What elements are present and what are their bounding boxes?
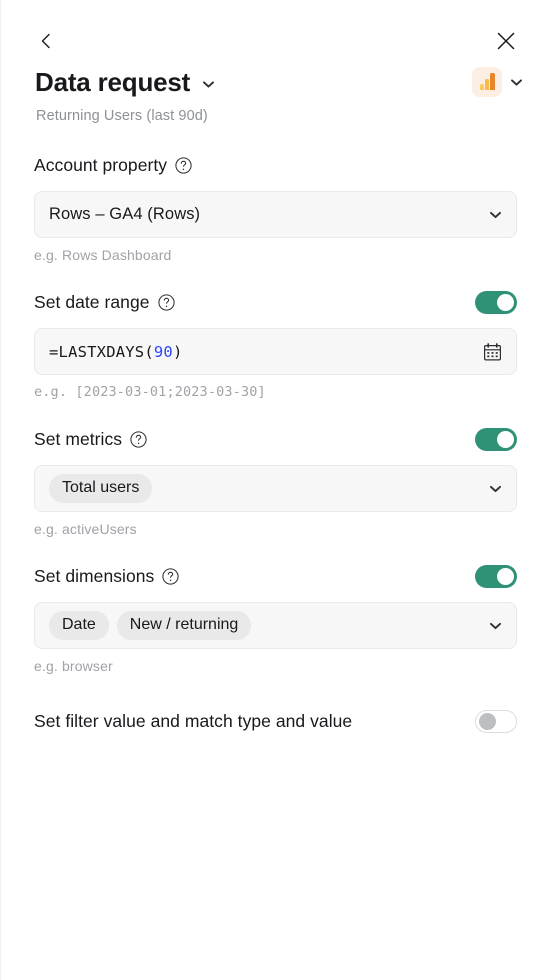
chevron-down-icon[interactable] (490, 485, 501, 492)
section-filter: Set filter value and match type and valu… (34, 704, 517, 738)
ga-bars-glyph (479, 73, 495, 90)
section-label-account-property: Account property (34, 154, 168, 175)
panel-topbar (1, 0, 550, 62)
account-property-value: Rows – GA4 (Rows) (49, 205, 201, 223)
source-dropdown-caret[interactable] (511, 73, 522, 91)
toggle-metrics[interactable] (475, 427, 517, 451)
date-range-formula-value: =LASTXDAYS(90) (49, 342, 183, 361)
section-label-date-range: Set date range (34, 291, 150, 312)
account-property-hint: e.g. Rows Dashboard (34, 247, 172, 263)
dimension-chip[interactable]: Date (49, 610, 109, 641)
metric-chip[interactable]: Total users (49, 473, 153, 504)
data-source-selector[interactable] (472, 67, 522, 97)
dimensions-select[interactable]: Date New / returning (34, 602, 517, 649)
date-range-hint: e.g. [2023-03-01;2023-03-30] (34, 384, 266, 400)
metrics-select[interactable]: Total users (34, 465, 517, 512)
question-circle-icon[interactable] (157, 293, 175, 311)
toggle-dimensions[interactable] (475, 564, 517, 588)
section-header: Set dimensions (34, 561, 517, 591)
dimension-chip[interactable]: New / returning (116, 610, 252, 641)
section-label-dimensions: Set dimensions (34, 565, 155, 586)
toggle-filter[interactable] (475, 709, 517, 733)
panel-title-row: Data request (1, 62, 550, 102)
section-date-range: Set date range =LASTXDAYS(90) e.g. [2023… (34, 287, 517, 400)
title-dropdown-caret[interactable] (203, 71, 215, 93)
question-circle-icon[interactable] (175, 156, 192, 174)
section-header: Set date range (34, 287, 517, 317)
metrics-chip-list: Total users (49, 473, 153, 504)
page-title: Data request (35, 67, 191, 97)
question-circle-icon[interactable] (130, 430, 147, 448)
metrics-hint: e.g. activeUsers (34, 521, 137, 537)
calendar-icon[interactable] (483, 342, 502, 361)
date-range-formula-input[interactable]: =LASTXDAYS(90) (34, 328, 517, 375)
section-label-metrics: Set metrics (34, 428, 123, 449)
data-request-panel: Data request Returning Users (last 90d) (0, 0, 550, 980)
google-analytics-icon[interactable] (472, 67, 502, 97)
toggle-date-range[interactable] (475, 290, 517, 314)
section-header: Set filter value and match type and valu… (34, 704, 517, 738)
dimensions-hint: e.g. browser (34, 658, 113, 674)
close-button[interactable] (489, 24, 523, 58)
section-dimensions: Set dimensions Date New / returning e.g.… (34, 561, 517, 674)
section-header: Account property (34, 150, 517, 180)
page-subtitle: Returning Users (last 90d) (36, 108, 208, 124)
section-label-filter: Set filter value and match type and valu… (34, 710, 353, 731)
account-property-select[interactable]: Rows – GA4 (Rows) (34, 191, 517, 238)
section-account-property: Account property Rows – GA4 (Rows) e.g. … (34, 150, 517, 263)
chevron-down-icon[interactable] (490, 622, 501, 629)
dimensions-chip-list: Date New / returning (49, 610, 252, 641)
chevron-left-icon (36, 31, 56, 51)
section-header: Set metrics (34, 424, 517, 454)
back-button[interactable] (29, 24, 63, 58)
chevron-down-icon (203, 75, 215, 93)
chevron-down-icon[interactable] (490, 211, 501, 218)
close-icon (495, 30, 517, 52)
section-metrics: Set metrics Total users e.g. activeUsers (34, 424, 517, 537)
question-circle-icon[interactable] (162, 567, 179, 585)
form-sections: Account property Rows – GA4 (Rows) e.g. … (1, 150, 550, 738)
